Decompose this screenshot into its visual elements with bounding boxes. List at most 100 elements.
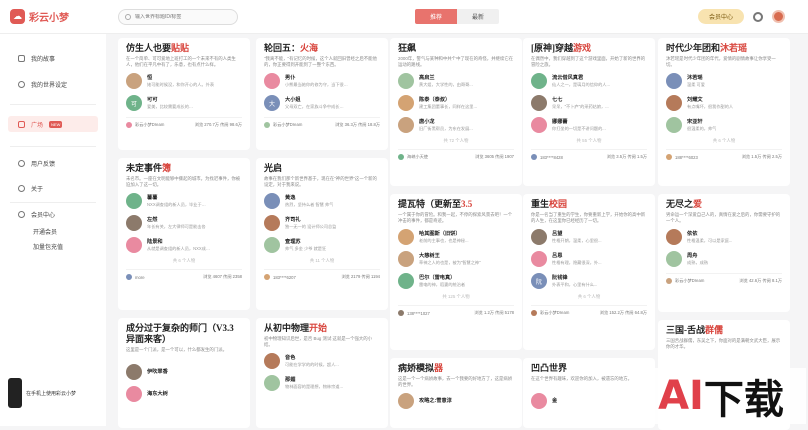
character-row[interactable]: 陈泰（泰叔） 建工集团董事长，同样在这里...: [398, 94, 514, 112]
more-characters-link[interactable]: 共 72 个人物: [390, 138, 522, 144]
character-row[interactable]: 吕恩 性格有理，隐藏很深，外...: [531, 250, 647, 268]
sidebar-item-label: 我的世界设定: [31, 83, 68, 89]
character-row[interactable]: 音色 可能在学学的的时候，超人...: [264, 352, 380, 370]
story-card[interactable]: 病娇模拟器 这是一个一个病娇故事，去一个我要的好地方了，这是病娇的世界。 攻略之:雪…: [390, 358, 522, 428]
tab-latest[interactable]: 最新: [457, 9, 499, 24]
character-row[interactable]: 可可可 爱美，比较需要成长的…: [126, 94, 242, 112]
more-characters-link[interactable]: 共 6 个人物: [118, 258, 250, 264]
tab-recommend[interactable]: 推荐: [415, 9, 457, 24]
card-author[interactable]: 188****6023: [666, 154, 698, 160]
character-row[interactable]: 薯薯 NXX调查组的新人员，毕业于…: [126, 192, 242, 210]
character-row[interactable]: 攻略之:雪意淳: [398, 392, 514, 410]
character-name: 周舟: [687, 253, 698, 259]
character-avatar: [531, 73, 547, 89]
character-row[interactable]: 娜娜蕾 你打坐的一切是不讲问题的...: [531, 116, 647, 134]
character-text: 宋亚轩 很温柔的，帅气: [687, 118, 716, 132]
character-row[interactable]: 陆景和 从就是调查组的新人员，NXX成…: [126, 236, 242, 254]
cloud-logo-icon: ☁: [10, 9, 25, 24]
story-card[interactable]: 时代少年团和沐若瑶 沐若瑶是时代少年团的年代，爱情的剧情故事让你享受一切。 沐若瑶温…: [658, 38, 790, 186]
character-row[interactable]: 齐司礼 独一无一的 设计师公司总监: [264, 214, 380, 232]
more-characters-link[interactable]: 共 6 个人物: [658, 138, 790, 144]
story-card[interactable]: 无尽之爱 男命运一个深爱自己人的，真情在爱之后的，你需要守护的一个人。 依依 性格温柔…: [658, 194, 790, 312]
card-author[interactable]: 183****6207: [264, 274, 296, 280]
character-row[interactable]: 男仆 小熊最当她你的修为守，当下很…: [264, 72, 380, 90]
character-row[interactable]: 七七 呆呆，"不卜庐"的采药姑娘，...: [531, 94, 647, 112]
user-avatar[interactable]: [772, 10, 785, 23]
more-characters-link[interactable]: 共 11 个人物: [256, 258, 388, 264]
sidebar-sub-topup[interactable]: 加量包充值: [33, 242, 63, 251]
character-row[interactable]: 大大小姐 父母双亡，在家族斗争中成长…: [264, 94, 380, 112]
character-row[interactable]: 依依 性格温柔，可以是家庭...: [666, 228, 782, 246]
card-stats: 浏览 42.6万 传阅 8.1万: [739, 278, 782, 283]
sidebar-item-feedback[interactable]: 用户反馈: [18, 159, 55, 168]
card-author[interactable]: 彩云小梦Dream: [126, 122, 164, 128]
sidebar-item-label: 会员中心: [31, 213, 56, 219]
story-card[interactable]: [原神]穿越游戏 在偶然中，我们穿越到了这个游戏里面，开始了新的世界的冒险之旅。流…: [523, 38, 655, 186]
character-row[interactable]: 阮阮钱锋 外表平和，心里有什么...: [531, 272, 647, 290]
character-row[interactable]: 查理苏 帅气 多金 少爷 就是狂: [264, 236, 380, 254]
more-characters-link[interactable]: 共 6 个人物: [523, 294, 655, 300]
character-name: 七七: [552, 97, 563, 103]
card-author[interactable]: 彩云小梦Dream: [264, 122, 302, 128]
character-row[interactable]: 沐若瑶 温柔 可爱: [666, 72, 782, 90]
story-card[interactable]: 狂飙 2000年，警气与某种和中共个中了现在的奇怪，并继续它在运动的路线。 高启兰黄…: [390, 38, 522, 186]
search-input[interactable]: [135, 14, 230, 20]
character-row[interactable]: 巴尔（雷电真） 雷电的神，稻妻的统治者: [398, 272, 514, 290]
character-text: 攻略之:雪意淳: [419, 397, 452, 405]
sidebar-sub-open-member[interactable]: 开通会员: [33, 227, 57, 236]
app-logo[interactable]: ☁ 彩云小梦: [10, 9, 69, 24]
member-center-button[interactable]: 会员中心: [698, 9, 744, 24]
story-card[interactable]: 从初中物理开始 初中物理知识后世，是否 Bug 测试 这就是一个强大的小结。 音色可…: [256, 318, 388, 428]
character-row[interactable]: 流云借风真君 仙人之一，是璃月的信仰的人...: [531, 72, 647, 90]
character-row[interactable]: 刘耀文 有点嘴坏，很我作甜的人: [666, 94, 782, 112]
more-characters-link[interactable]: 共 55 个人物: [523, 138, 655, 144]
card-author[interactable]: 彩云小梦Dream: [666, 278, 704, 284]
character-text: 男仆 小熊最当她你的修为守，当下很…: [285, 74, 348, 88]
book-icon: [18, 55, 25, 62]
character-row[interactable]: 宋亚轩 很温柔的，帅气: [666, 116, 782, 134]
character-row[interactable]: 唐小龙 旧厂街黑帮员，为东在发展...: [398, 116, 514, 134]
character-row[interactable]: 周舟 成熟，成熟: [666, 250, 782, 268]
character-row[interactable]: 恒她可能时候没，和你开心的人。外表: [126, 72, 242, 90]
story-card[interactable]: 成分过于复杂的师门（V3.3异面来客） 这里是一个门派，是一个可以，什么都发生的门…: [118, 318, 250, 428]
character-row[interactable]: 高启兰 黄大姐，大学性的，由哥哥...: [398, 72, 514, 90]
card-author[interactable]: 彩云小梦Dream: [531, 310, 569, 316]
card-description: 这里是一个门派，是一个可以，什么都发生的门派。: [126, 347, 227, 352]
character-row[interactable]: 黄逸 热烈，坚持么者 智慧 帅气: [264, 192, 380, 210]
card-title: [原神]穿越游戏: [531, 43, 647, 54]
character-row[interactable]: 吕望 性格开朗，温柔，心里很...: [531, 228, 647, 246]
card-description: 初中物理知识后世，是否 Bug 测试 这就是一个强大的小结。: [264, 336, 373, 347]
more-characters-link[interactable]: 共 125 个人物: [390, 294, 522, 300]
story-card[interactable]: 轮回五：火海 "我离不能，"有记忆的时候，这个人就回旧曾经之后不能他的，你正要得到…: [256, 38, 388, 150]
sidebar-item-member[interactable]: 会员中心: [18, 210, 55, 219]
story-card[interactable]: 光启 故事在我们那个新世界基于，现在在"神的世界"这一个新的设定，对于我来说。 黄逸…: [256, 158, 388, 310]
sidebar-item-about[interactable]: 关于: [18, 184, 43, 193]
story-card[interactable]: 提瓦特（更新至3.5 一个属于你的冒险。和我一起，不停的探索风景去吧！一个冲击的事…: [390, 194, 522, 350]
character-text: 流云借风真君 仙人之一，是璃月的信仰的人...: [552, 74, 610, 88]
sidebar-item-my-stories[interactable]: 我的故事: [18, 54, 55, 63]
card-author[interactable]: 138****1027: [398, 310, 430, 316]
sidebar-item-my-worlds[interactable]: 我的世界设定: [18, 80, 67, 89]
card-author[interactable]: 183****8428: [531, 154, 563, 160]
character-row[interactable]: 那媚 物林面容的是理想，物林宗道...: [264, 374, 380, 392]
gear-icon[interactable]: [753, 12, 763, 22]
search-box[interactable]: [118, 9, 238, 25]
character-row[interactable]: 海东大树: [126, 385, 242, 403]
character-row[interactable]: 伊吹翠香: [126, 363, 242, 381]
story-card[interactable]: 未定事件簿 未名市。一座在文明能够中撕起的城市。为找迟事件，你被迫加入了这一切。薯…: [118, 158, 250, 310]
character-row[interactable]: 哈其图斯（旧饼） 老前的主事也，也是神秘...: [398, 228, 514, 246]
card-author[interactable]: more: [126, 274, 145, 280]
crown-icon: [18, 211, 25, 218]
mobile-promo[interactable]: 在手机上使用彩云小梦: [8, 376, 100, 410]
story-card[interactable]: 重生校园 你是一名当了重生的学生，你要重新上学，开始你的高中新的人生，在这里你已经…: [523, 194, 655, 350]
card-stats: 浏览 270.7万 传阅 98.6万: [194, 122, 242, 127]
card-author[interactable]: 海峡小天使: [398, 154, 428, 160]
character-row[interactable]: 金: [531, 392, 647, 410]
story-card[interactable]: 仿生人也要贴贴 在一个简单、可可爱地上班打工的一个未来不有的人类生人，他们在平凡中…: [118, 38, 250, 150]
character-row[interactable]: 左然 年长有关，左大律师可是能击各: [126, 214, 242, 232]
card-title-text: 三国-舌战: [666, 325, 705, 335]
character-row[interactable]: 大慈树王 草神之人的也是，被为"智慧之神": [398, 250, 514, 268]
character-name: 黄逸: [285, 195, 296, 201]
card-title-highlight: 游戏: [573, 43, 592, 53]
sidebar-item-plaza[interactable]: 广场 NEW: [18, 120, 63, 129]
